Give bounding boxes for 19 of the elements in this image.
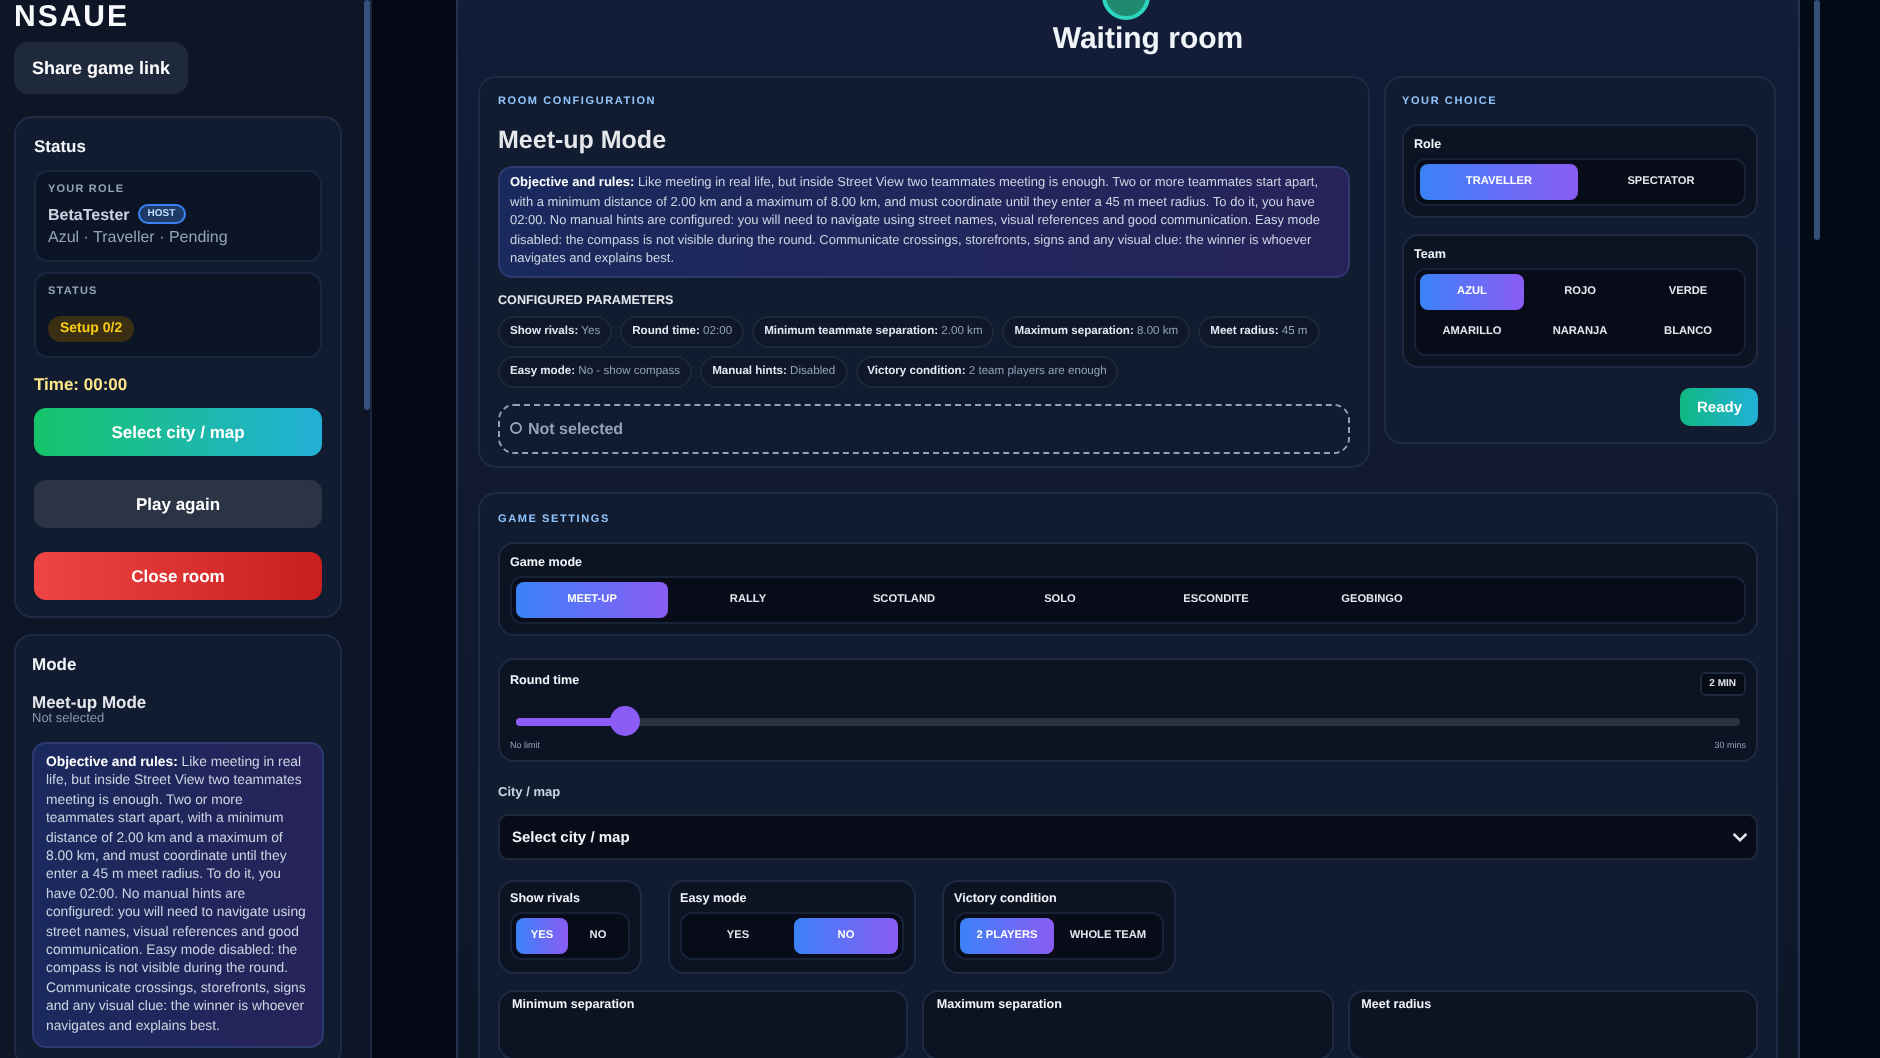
slider-thumb[interactable] [609, 705, 640, 736]
slider-fill [516, 717, 614, 726]
card-title: Status [34, 136, 88, 156]
action-button[interactable]: Play again [34, 480, 322, 528]
action-button[interactable]: Close room [34, 552, 322, 600]
mode-title: Meet-up Mode [498, 126, 669, 154]
share-link-button[interactable]: Share game link [14, 42, 189, 94]
selection-text: Not selected [528, 419, 624, 438]
mode-name: Meet-up Mode [32, 692, 149, 712]
scrollbar-thumb[interactable] [1814, 0, 1820, 240]
circle-icon [510, 422, 522, 435]
chevron-icon [1732, 831, 1748, 842]
page-title: Waiting room [1050, 22, 1246, 58]
logo-text: NSAUE [14, 0, 132, 34]
player-name: BetaTester [48, 205, 130, 223]
scrollbar-thumb[interactable] [364, 0, 370, 410]
timer-text: Time: 00:00 [34, 374, 130, 394]
role-detail: Azul · Traveller · Pending [48, 228, 230, 246]
card-title: Mode [32, 654, 79, 674]
